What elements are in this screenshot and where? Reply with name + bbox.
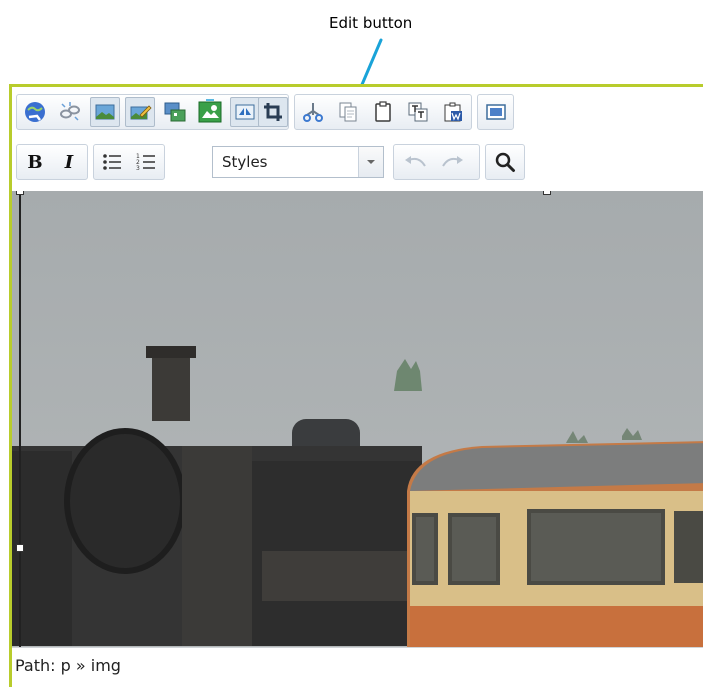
element-path: Path: p » img — [15, 656, 121, 675]
insert-image-icon[interactable] — [90, 97, 120, 127]
image-selection-border — [19, 191, 21, 647]
edit-image-icon[interactable] — [125, 97, 155, 127]
find-icon[interactable] — [490, 147, 520, 177]
styles-combo-wrap: Styles — [212, 144, 388, 180]
bulleted-list-icon[interactable] — [97, 147, 127, 177]
train-image[interactable] — [12, 191, 703, 647]
crop-edit-icon[interactable] — [258, 97, 288, 127]
toolbar-group-insert — [16, 94, 289, 130]
flip-image-icon[interactable] — [230, 97, 260, 127]
rich-text-editor: B I 1 2 3 Styles Path: p » img — [9, 84, 703, 688]
image-manager-icon[interactable] — [195, 97, 225, 127]
preview-icon[interactable] — [481, 97, 511, 127]
editor-toolbar: B I 1 2 3 Styles — [12, 87, 703, 191]
toolbar-group-format: B I — [16, 144, 88, 180]
styles-dropdown[interactable]: Styles — [212, 146, 384, 178]
media-icon[interactable] — [160, 97, 190, 127]
chevron-down-icon[interactable] — [358, 147, 383, 177]
toolbar-group-preview — [477, 94, 514, 130]
paste-word-icon[interactable] — [438, 97, 468, 127]
resize-handle-top-middle[interactable] — [543, 191, 551, 195]
numbered-list-icon[interactable]: 1 2 3 — [131, 147, 161, 177]
italic-button[interactable]: I — [54, 147, 84, 177]
unlink-icon[interactable] — [55, 97, 85, 127]
undo-icon[interactable] — [400, 147, 430, 177]
cut-icon[interactable] — [298, 97, 328, 127]
bold-icon: B — [27, 151, 43, 173]
paste-icon[interactable] — [368, 97, 398, 127]
toolbar-group-history — [393, 144, 480, 180]
toolbar-group-clipboard — [294, 94, 472, 130]
insert-link-icon[interactable] — [20, 97, 50, 127]
paste-text-icon[interactable] — [403, 97, 433, 127]
toolbar-group-search — [485, 144, 525, 180]
italic-icon: I — [64, 151, 74, 173]
bold-button[interactable]: B — [20, 147, 50, 177]
resize-handle-middle-left[interactable] — [16, 544, 24, 552]
resize-handle-top-left[interactable] — [16, 191, 24, 195]
copy-icon[interactable] — [333, 97, 363, 127]
toolbar-group-lists: 1 2 3 — [93, 144, 165, 180]
styles-label: Styles — [222, 153, 268, 171]
status-bar: Path: p » img — [12, 647, 703, 688]
svg-text:3: 3 — [136, 165, 140, 172]
editor-content[interactable] — [12, 191, 703, 647]
redo-icon[interactable] — [438, 147, 468, 177]
